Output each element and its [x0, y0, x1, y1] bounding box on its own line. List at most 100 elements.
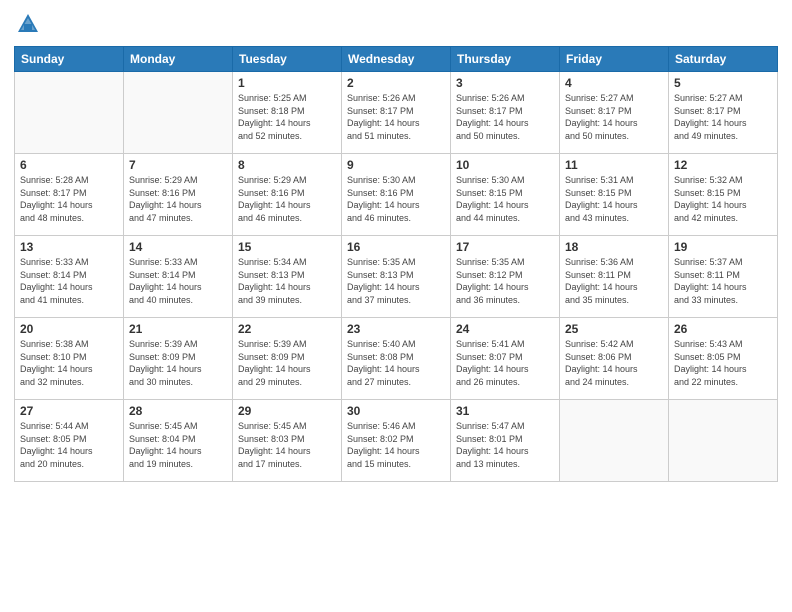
- calendar-week-row: 6Sunrise: 5:28 AM Sunset: 8:17 PM Daylig…: [15, 154, 778, 236]
- day-info: Sunrise: 5:30 AM Sunset: 8:16 PM Dayligh…: [347, 174, 445, 224]
- day-info: Sunrise: 5:37 AM Sunset: 8:11 PM Dayligh…: [674, 256, 772, 306]
- column-header-tuesday: Tuesday: [233, 47, 342, 72]
- day-info: Sunrise: 5:43 AM Sunset: 8:05 PM Dayligh…: [674, 338, 772, 388]
- day-info: Sunrise: 5:28 AM Sunset: 8:17 PM Dayligh…: [20, 174, 118, 224]
- calendar-cell: 15 Sunrise: 5:34 AM Sunset: 8:13 PM Dayli…: [233, 236, 342, 318]
- calendar-cell: 6Sunrise: 5:28 AM Sunset: 8:17 PM Daylig…: [15, 154, 124, 236]
- calendar-cell: 30Sunrise: 5:46 AM Sunset: 8:02 PM Dayli…: [342, 400, 451, 482]
- day-number: 17: [456, 240, 554, 254]
- calendar-cell: 14Sunrise: 5:33 AM Sunset: 8:14 PM Dayli…: [124, 236, 233, 318]
- column-header-saturday: Saturday: [669, 47, 778, 72]
- day-info: Sunrise: 5:26 AM Sunset: 8:17 PM Dayligh…: [347, 92, 445, 142]
- calendar-cell: 23 Sunrise: 5:40 AM Sunset: 8:08 PM Dayli…: [342, 318, 451, 400]
- day-number: 15: [238, 240, 336, 254]
- calendar-cell: [124, 72, 233, 154]
- calendar-cell: 10Sunrise: 5:30 AM Sunset: 8:15 PM Dayli…: [451, 154, 560, 236]
- day-info: Sunrise: 5:36 AM Sunset: 8:11 PM Dayligh…: [565, 256, 663, 306]
- day-number: 22: [238, 322, 336, 336]
- calendar-cell: 12 Sunrise: 5:32 AM Sunset: 8:15 PM Dayli…: [669, 154, 778, 236]
- day-info: Sunrise: 5:27 AM Sunset: 8:17 PM Dayligh…: [565, 92, 663, 142]
- calendar-header-row: SundayMondayTuesdayWednesdayThursdayFrid…: [15, 47, 778, 72]
- calendar-cell: 3 Sunrise: 5:26 AM Sunset: 8:17 PM Daylig…: [451, 72, 560, 154]
- calendar-cell: 4 Sunrise: 5:27 AM Sunset: 8:17 PM Daylig…: [560, 72, 669, 154]
- calendar-cell: 16Sunrise: 5:35 AM Sunset: 8:13 PM Dayli…: [342, 236, 451, 318]
- day-number: 29: [238, 404, 336, 418]
- day-info: Sunrise: 5:42 AM Sunset: 8:06 PM Dayligh…: [565, 338, 663, 388]
- calendar-cell: 18 Sunrise: 5:36 AM Sunset: 8:11 PM Dayli…: [560, 236, 669, 318]
- day-number: 3: [456, 76, 554, 90]
- day-number: 7: [129, 158, 227, 172]
- day-number: 13: [20, 240, 118, 254]
- day-info: Sunrise: 5:39 AM Sunset: 8:09 PM Dayligh…: [238, 338, 336, 388]
- day-info: Sunrise: 5:39 AM Sunset: 8:09 PM Dayligh…: [129, 338, 227, 388]
- day-info: Sunrise: 5:44 AM Sunset: 8:05 PM Dayligh…: [20, 420, 118, 470]
- day-number: 5: [674, 76, 772, 90]
- calendar-cell: 28 Sunrise: 5:45 AM Sunset: 8:04 PM Dayli…: [124, 400, 233, 482]
- column-header-sunday: Sunday: [15, 47, 124, 72]
- day-number: 26: [674, 322, 772, 336]
- day-info: Sunrise: 5:25 AM Sunset: 8:18 PM Dayligh…: [238, 92, 336, 142]
- calendar-week-row: 13 Sunrise: 5:33 AM Sunset: 8:14 PM Dayli…: [15, 236, 778, 318]
- calendar-cell: 8 Sunrise: 5:29 AM Sunset: 8:16 PM Daylig…: [233, 154, 342, 236]
- calendar-cell: 17 Sunrise: 5:35 AM Sunset: 8:12 PM Dayli…: [451, 236, 560, 318]
- logo: [14, 10, 46, 38]
- day-number: 31: [456, 404, 554, 418]
- calendar-week-row: 27 Sunrise: 5:44 AM Sunset: 8:05 PM Dayli…: [15, 400, 778, 482]
- day-number: 28: [129, 404, 227, 418]
- day-info: Sunrise: 5:30 AM Sunset: 8:15 PM Dayligh…: [456, 174, 554, 224]
- day-number: 20: [20, 322, 118, 336]
- day-number: 4: [565, 76, 663, 90]
- calendar-cell: 9 Sunrise: 5:30 AM Sunset: 8:16 PM Daylig…: [342, 154, 451, 236]
- day-info: Sunrise: 5:33 AM Sunset: 8:14 PM Dayligh…: [129, 256, 227, 306]
- header: [14, 10, 778, 38]
- calendar-cell: 2 Sunrise: 5:26 AM Sunset: 8:17 PM Daylig…: [342, 72, 451, 154]
- day-number: 2: [347, 76, 445, 90]
- calendar-week-row: 1 Sunrise: 5:25 AM Sunset: 8:18 PM Daylig…: [15, 72, 778, 154]
- calendar-cell: 7 Sunrise: 5:29 AM Sunset: 8:16 PM Daylig…: [124, 154, 233, 236]
- calendar-cell: 5 Sunrise: 5:27 AM Sunset: 8:17 PM Daylig…: [669, 72, 778, 154]
- day-info: Sunrise: 5:33 AM Sunset: 8:14 PM Dayligh…: [20, 256, 118, 306]
- day-info: Sunrise: 5:29 AM Sunset: 8:16 PM Dayligh…: [129, 174, 227, 224]
- calendar-cell: 29 Sunrise: 5:45 AM Sunset: 8:03 PM Dayli…: [233, 400, 342, 482]
- day-number: 23: [347, 322, 445, 336]
- day-info: Sunrise: 5:29 AM Sunset: 8:16 PM Dayligh…: [238, 174, 336, 224]
- column-header-thursday: Thursday: [451, 47, 560, 72]
- calendar-cell: 1 Sunrise: 5:25 AM Sunset: 8:18 PM Daylig…: [233, 72, 342, 154]
- day-info: Sunrise: 5:35 AM Sunset: 8:12 PM Dayligh…: [456, 256, 554, 306]
- day-info: Sunrise: 5:34 AM Sunset: 8:13 PM Dayligh…: [238, 256, 336, 306]
- calendar-cell: 25 Sunrise: 5:42 AM Sunset: 8:06 PM Dayli…: [560, 318, 669, 400]
- day-info: Sunrise: 5:32 AM Sunset: 8:15 PM Dayligh…: [674, 174, 772, 224]
- day-info: Sunrise: 5:26 AM Sunset: 8:17 PM Dayligh…: [456, 92, 554, 142]
- calendar-cell: 27 Sunrise: 5:44 AM Sunset: 8:05 PM Dayli…: [15, 400, 124, 482]
- day-number: 18: [565, 240, 663, 254]
- day-number: 19: [674, 240, 772, 254]
- day-info: Sunrise: 5:38 AM Sunset: 8:10 PM Dayligh…: [20, 338, 118, 388]
- calendar-table: SundayMondayTuesdayWednesdayThursdayFrid…: [14, 46, 778, 482]
- day-info: Sunrise: 5:45 AM Sunset: 8:04 PM Dayligh…: [129, 420, 227, 470]
- day-number: 8: [238, 158, 336, 172]
- logo-icon: [14, 10, 42, 38]
- day-number: 9: [347, 158, 445, 172]
- calendar-cell: 20 Sunrise: 5:38 AM Sunset: 8:10 PM Dayli…: [15, 318, 124, 400]
- day-number: 21: [129, 322, 227, 336]
- calendar-cell: [669, 400, 778, 482]
- calendar-cell: 26 Sunrise: 5:43 AM Sunset: 8:05 PM Dayli…: [669, 318, 778, 400]
- day-number: 25: [565, 322, 663, 336]
- calendar-cell: 11 Sunrise: 5:31 AM Sunset: 8:15 PM Dayli…: [560, 154, 669, 236]
- calendar-cell: 22 Sunrise: 5:39 AM Sunset: 8:09 PM Dayli…: [233, 318, 342, 400]
- day-info: Sunrise: 5:31 AM Sunset: 8:15 PM Dayligh…: [565, 174, 663, 224]
- calendar-week-row: 20 Sunrise: 5:38 AM Sunset: 8:10 PM Dayli…: [15, 318, 778, 400]
- column-header-friday: Friday: [560, 47, 669, 72]
- day-number: 12: [674, 158, 772, 172]
- day-number: 30: [347, 404, 445, 418]
- calendar-cell: 24Sunrise: 5:41 AM Sunset: 8:07 PM Dayli…: [451, 318, 560, 400]
- day-info: Sunrise: 5:40 AM Sunset: 8:08 PM Dayligh…: [347, 338, 445, 388]
- column-header-wednesday: Wednesday: [342, 47, 451, 72]
- day-info: Sunrise: 5:47 AM Sunset: 8:01 PM Dayligh…: [456, 420, 554, 470]
- day-info: Sunrise: 5:45 AM Sunset: 8:03 PM Dayligh…: [238, 420, 336, 470]
- day-number: 27: [20, 404, 118, 418]
- day-number: 11: [565, 158, 663, 172]
- day-info: Sunrise: 5:27 AM Sunset: 8:17 PM Dayligh…: [674, 92, 772, 142]
- day-number: 1: [238, 76, 336, 90]
- day-number: 16: [347, 240, 445, 254]
